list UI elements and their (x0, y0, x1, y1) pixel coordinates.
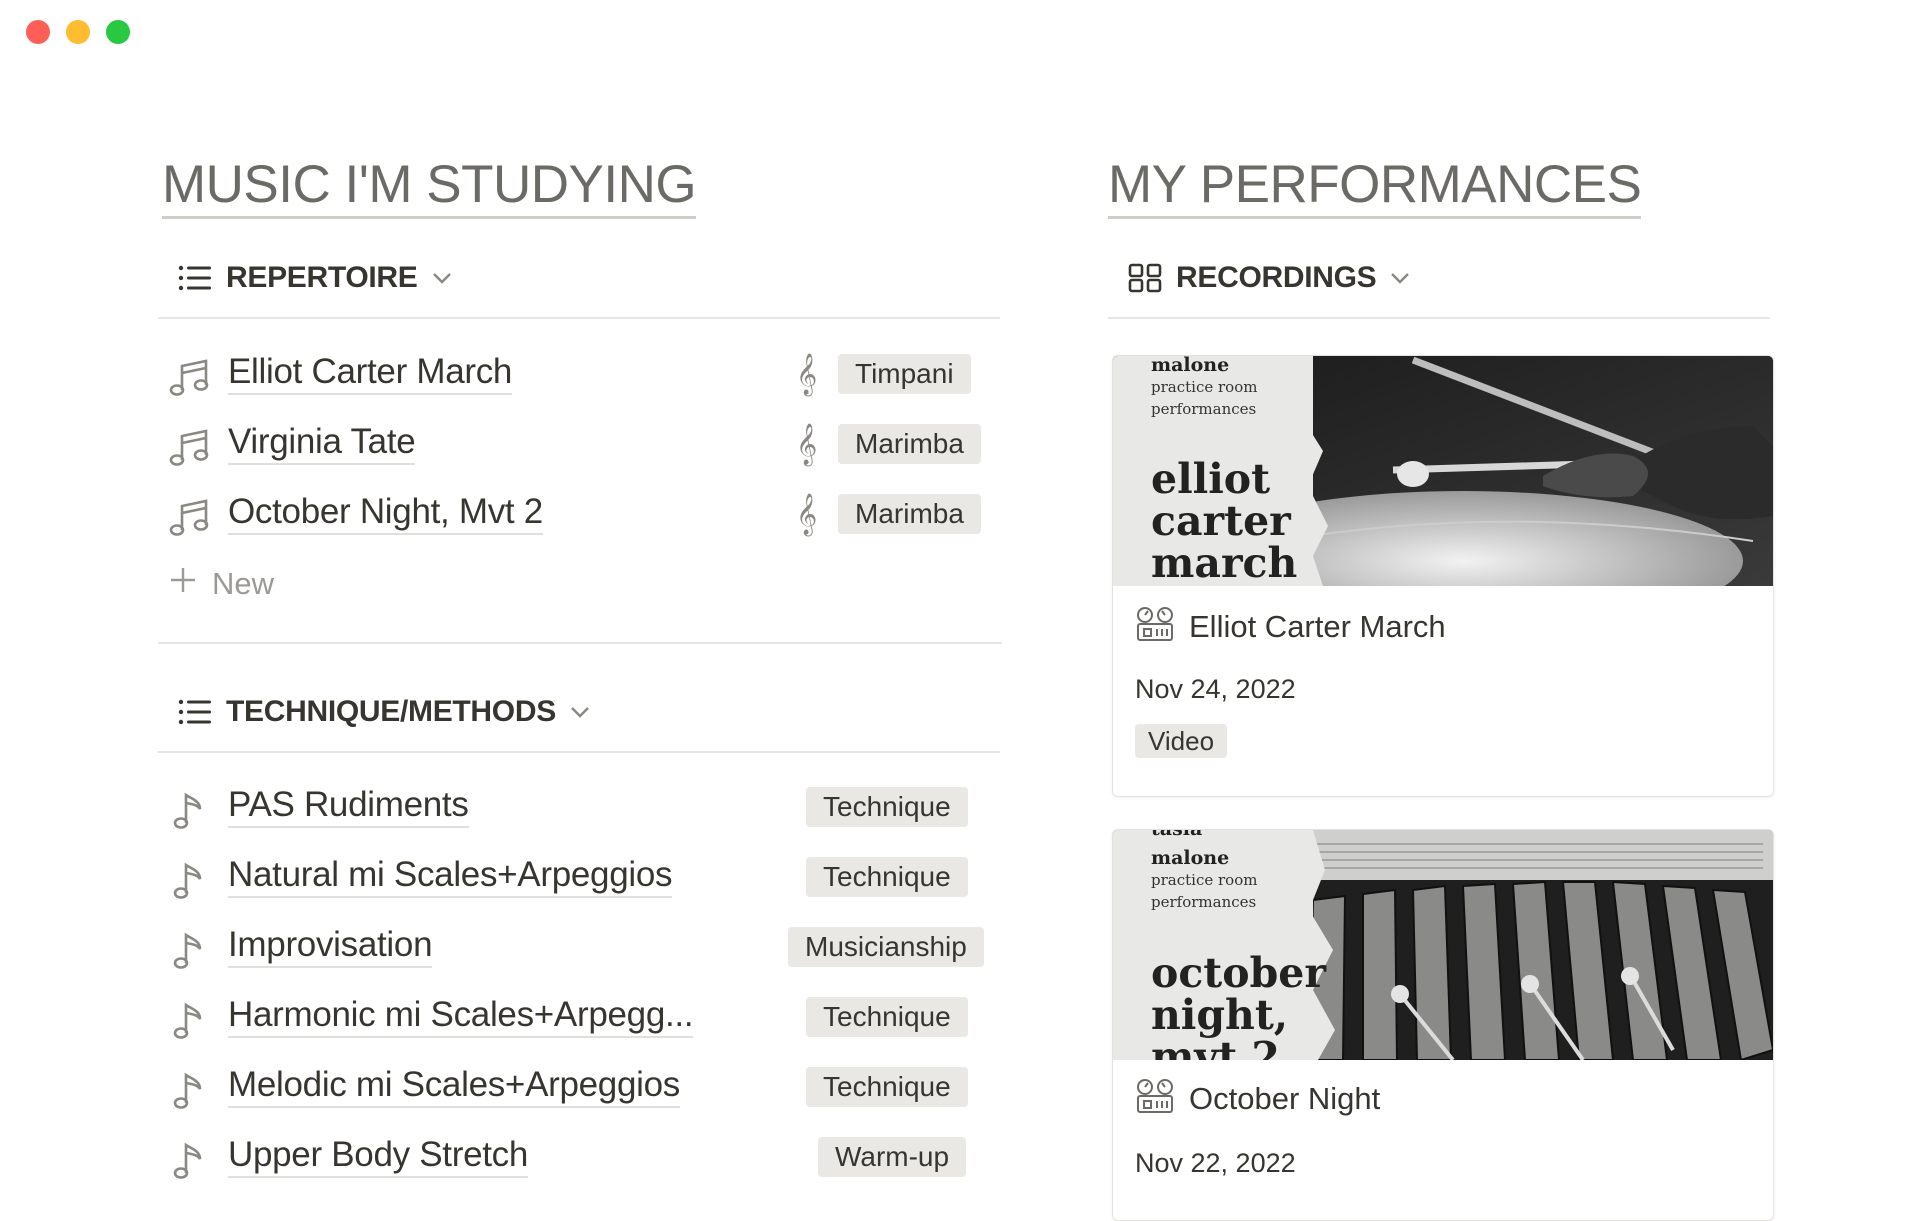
item-title: Elliot Carter March (228, 352, 512, 395)
cover-top-text: tasia (1151, 830, 1202, 840)
section-divider (158, 642, 1002, 644)
repertoire-view-switcher[interactable]: REPERTOIRE (178, 258, 452, 298)
zoom-window-button[interactable] (106, 20, 130, 44)
repertoire-view-label: REPERTOIRE (226, 261, 418, 294)
repertoire-divider (158, 317, 1000, 319)
close-window-button[interactable] (26, 20, 50, 44)
card-cover-image: tasia malone practice room performances … (1113, 830, 1773, 1060)
list-item[interactable]: Elliot Carter March 𝄞 Timpani (158, 344, 998, 404)
cover-subtitle: practice room (1151, 378, 1258, 396)
category-tag: Technique (806, 1067, 968, 1107)
item-title: Natural mi Scales+Arpeggios (228, 855, 673, 898)
technique-view-switcher[interactable]: TECHNIQUE/METHODS (178, 692, 590, 732)
list-item[interactable]: Natural mi Scales+Arpeggios Technique (158, 847, 998, 907)
technique-view-label: TECHNIQUE/METHODS (226, 695, 556, 728)
list-item[interactable]: Melodic mi Scales+Arpeggios Technique (158, 1057, 998, 1117)
cover-paper-panel: malone practice room performances elliot… (1113, 356, 1328, 586)
card-date: Nov 22, 2022 (1135, 1148, 1296, 1178)
cover-title-line: mvt 2 (1151, 1033, 1280, 1060)
card-title: Elliot Carter March (1189, 608, 1446, 644)
music-notes-icon (168, 496, 212, 545)
category-tag: Technique (806, 997, 968, 1037)
instrument-tag: Marimba (838, 424, 981, 464)
card-title-row: October Night (1135, 1078, 1380, 1119)
item-title: October Night, Mvt 2 (228, 492, 543, 535)
cover-paper-panel: tasia malone practice room performances … (1113, 830, 1335, 1060)
plus-icon (168, 565, 198, 603)
new-item-button[interactable]: New (168, 565, 274, 603)
music-notes-icon (168, 356, 212, 405)
list-item[interactable]: Harmonic mi Scales+Arpegg... Technique (158, 987, 998, 1047)
card-type-row: Video (1135, 724, 1228, 758)
item-title: Upper Body Stretch (228, 1135, 528, 1178)
category-tag: Warm-up (818, 1137, 967, 1177)
card-title: October Night (1189, 1080, 1381, 1116)
cover-title-line: march (1151, 539, 1298, 586)
card-title-row: Elliot Carter March (1135, 606, 1446, 647)
cover-brand: malone (1151, 847, 1230, 869)
card-date: Nov 24, 2022 (1135, 674, 1296, 704)
instrument-tag: Marimba (838, 494, 981, 534)
chevron-down-icon (432, 271, 452, 285)
item-title: Melodic mi Scales+Arpeggios (228, 1065, 680, 1108)
window-controls (26, 20, 130, 44)
cover-title-line: october (1151, 949, 1326, 997)
list-item[interactable]: October Night, Mvt 2 𝄞 Marimba (158, 484, 998, 544)
recordings-divider (1108, 317, 1770, 319)
new-label: New (212, 566, 275, 601)
item-title: Virginia Tate (228, 422, 416, 465)
music-notes-icon (168, 426, 212, 475)
minimize-window-button[interactable] (66, 20, 90, 44)
list-item[interactable]: Improvisation Musicianship (158, 917, 998, 977)
tape-recorder-icon (1135, 1078, 1175, 1119)
music-note-icon (172, 1139, 208, 1188)
treble-clef-icon: 𝄞 (796, 354, 818, 395)
treble-clef-icon: 𝄞 (796, 494, 818, 535)
treble-clef-icon: 𝄞 (796, 424, 818, 465)
gallery-icon (1128, 263, 1162, 293)
music-note-icon (172, 999, 208, 1048)
item-title: PAS Rudiments (228, 785, 469, 828)
instrument-tag: Timpani (838, 354, 971, 394)
media-type-tag: Video (1135, 724, 1228, 758)
music-note-icon (172, 929, 208, 978)
card-cover-image: malone practice room performances elliot… (1113, 356, 1773, 586)
music-note-icon (172, 859, 208, 908)
list-item[interactable]: Upper Body Stretch Warm-up (158, 1127, 998, 1187)
music-note-icon (172, 789, 208, 838)
chevron-down-icon (570, 705, 590, 719)
cover-subtitle: performances (1151, 400, 1257, 418)
studying-heading: MUSIC I'M STUDYING (162, 156, 697, 219)
tape-recorder-icon (1135, 606, 1175, 647)
recordings-view-label: RECORDINGS (1176, 261, 1377, 294)
performances-heading: MY PERFORMANCES (1108, 156, 1642, 219)
item-title: Improvisation (228, 925, 433, 968)
cover-title-line: night, (1151, 991, 1289, 1039)
recording-card[interactable]: tasia malone practice room performances … (1112, 829, 1774, 1221)
recordings-view-switcher[interactable]: RECORDINGS (1128, 258, 1410, 298)
technique-divider (158, 751, 1000, 753)
cover-title-line: elliot (1151, 455, 1271, 503)
cover-subtitle: performances (1151, 893, 1257, 911)
category-tag: Technique (806, 787, 968, 827)
list-icon (178, 265, 212, 291)
category-tag: Technique (806, 857, 968, 897)
cover-subtitle: practice room (1151, 871, 1258, 889)
list-item[interactable]: PAS Rudiments Technique (158, 777, 998, 837)
chevron-down-icon (1390, 271, 1410, 285)
recording-card[interactable]: malone practice room performances elliot… (1112, 355, 1774, 797)
list-item[interactable]: Virginia Tate 𝄞 Marimba (158, 414, 998, 474)
item-title: Harmonic mi Scales+Arpegg... (228, 995, 694, 1038)
category-tag: Musicianship (788, 927, 984, 967)
music-note-icon (172, 1069, 208, 1118)
cover-brand: malone (1151, 356, 1230, 376)
list-icon (178, 699, 212, 725)
cover-title-line: carter (1151, 497, 1291, 545)
